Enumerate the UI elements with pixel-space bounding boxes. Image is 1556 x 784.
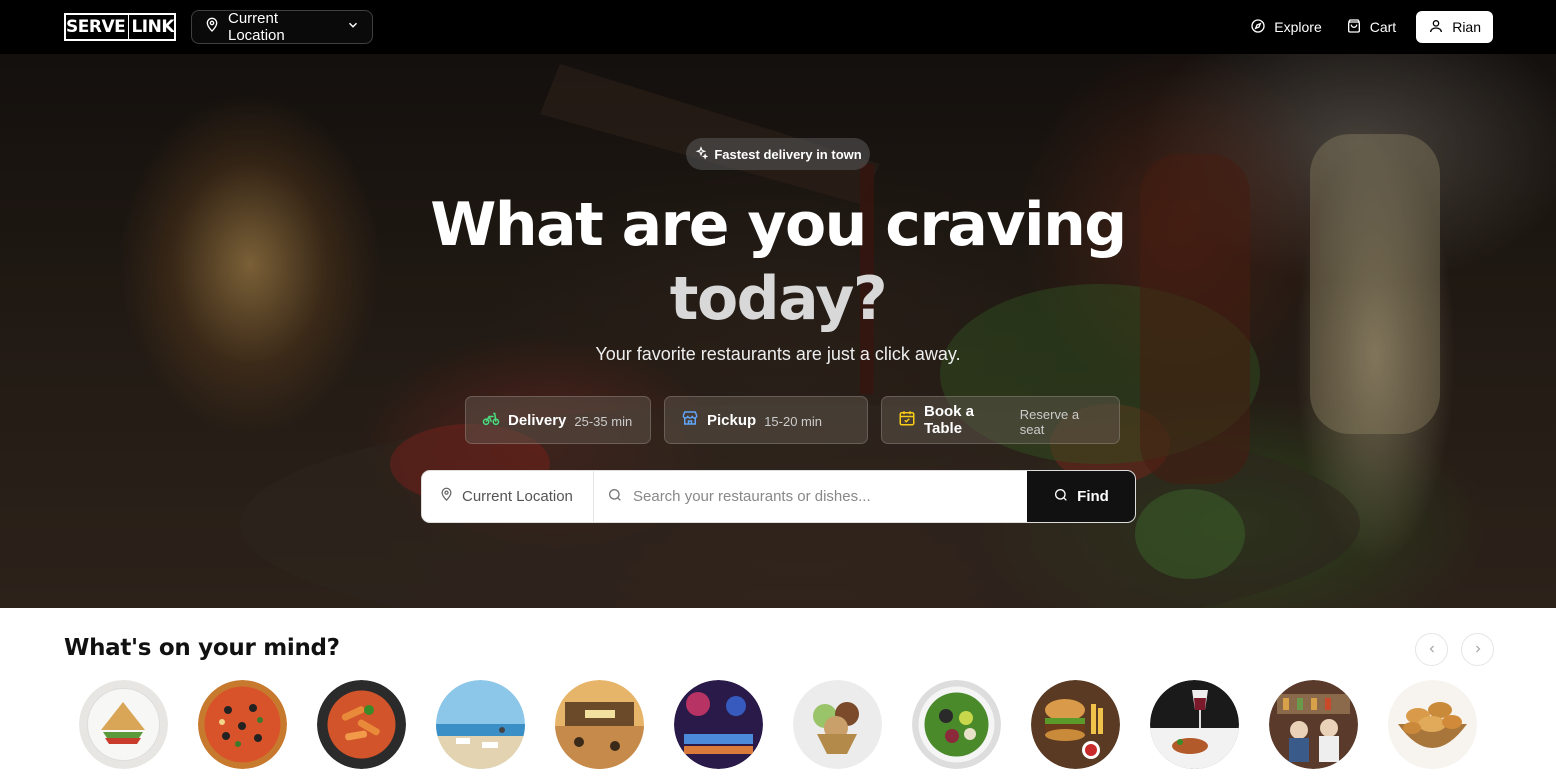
delivery-time: 25-35 min [574,414,633,429]
search-bar: Current Location Search your restaurants… [421,470,1136,523]
carousel-controls [1415,633,1494,666]
chevron-left-icon [1426,642,1438,658]
book-table-sub: Reserve a seat [1019,406,1080,437]
explore-label: Explore [1274,19,1322,35]
calendar-icon [898,409,916,432]
location-selector-label: Current Location [228,10,285,44]
find-label: Find [1077,488,1109,505]
search-placeholder: Search your restaurants or dishes... [633,488,871,505]
delivery-label: Delivery [508,411,567,429]
user-account-button[interactable]: Rian [1416,11,1493,43]
category-pub[interactable] [1269,680,1358,769]
category-carousel [79,680,1477,769]
chevron-right-icon [1472,642,1484,658]
category-fine-dining[interactable] [1150,680,1239,769]
hero-subtitle: Your favorite restaurants are just a cli… [595,344,961,364]
pickup-mode-button[interactable]: Pickup 15-20 min [664,396,868,444]
category-pizza[interactable] [198,680,287,769]
category-bakery[interactable] [1388,680,1477,769]
category-sandwich[interactable] [79,680,168,769]
cart-label: Cart [1369,19,1397,35]
compass-icon [1250,18,1266,37]
chevron-down-icon [346,18,360,36]
top-navbar: SERVELINK Current Location Explore Cart [0,0,1556,54]
user-icon [1428,18,1444,37]
delivery-mode-button[interactable]: Delivery 25-35 min [465,396,651,444]
category-pasta[interactable] [317,680,406,769]
category-beach-bar[interactable] [555,680,644,769]
map-pin-icon [204,17,220,37]
find-button[interactable]: Find [1027,471,1135,522]
search-location-selector[interactable]: Current Location [422,471,594,522]
shopping-bag-icon [1346,18,1362,37]
search-icon [1053,487,1069,507]
user-name: Rian [1452,19,1481,35]
badge-label: Fastest delivery in town [714,146,862,162]
category-burger-fries[interactable] [1031,680,1120,769]
hero-banner: Fastest delivery in town What are you cr… [0,54,1556,608]
cart-link[interactable]: Cart [1334,11,1408,43]
section-title: What's on your mind? [64,635,340,661]
search-input[interactable]: Search your restaurants or dishes... [594,471,1027,522]
pickup-time: 15-20 min [764,414,822,429]
map-pin-icon [439,487,454,506]
fastest-delivery-badge: Fastest delivery in town [686,138,870,170]
category-nightlife[interactable] [674,680,763,769]
carousel-next-button[interactable] [1461,633,1494,666]
location-selector[interactable]: Current Location [191,10,373,44]
servelink-logo[interactable]: SERVE LINK [64,13,176,41]
hero-title-line1: What are you craving [430,190,1127,260]
book-table-mode-button[interactable]: Book a Table Reserve a seat [881,396,1120,444]
category-beach-cafe[interactable] [436,680,525,769]
pickup-label: Pickup [707,411,757,429]
book-table-label: Book a Table [924,403,975,437]
sparkles-icon [694,145,709,163]
carousel-prev-button[interactable] [1415,633,1448,666]
search-icon [607,487,623,507]
search-location-label: Current Location [462,488,573,505]
hero-title-line2: today? [669,264,888,334]
category-salad-bowl[interactable] [912,680,1001,769]
category-ice-cream[interactable] [793,680,882,769]
store-icon [681,409,699,432]
bike-icon [482,409,500,432]
order-mode-options: Delivery 25-35 min Pickup 15-20 min Book… [465,396,1120,444]
explore-link[interactable]: Explore [1238,11,1333,43]
